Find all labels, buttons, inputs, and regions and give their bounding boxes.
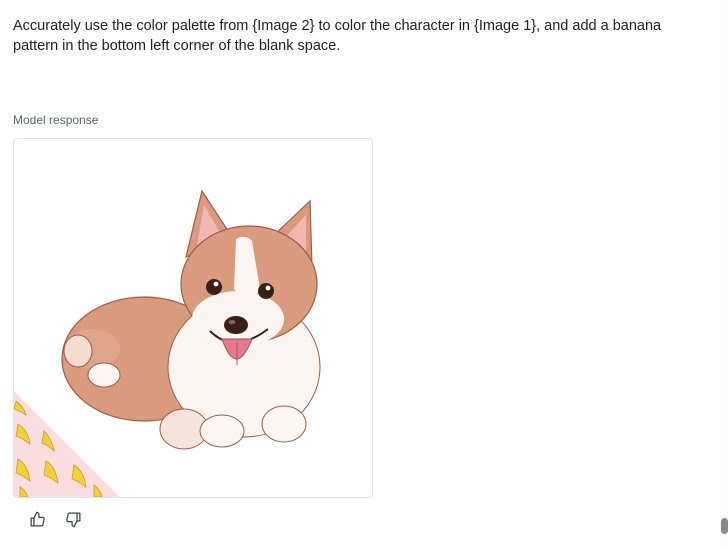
thumbs-down-button[interactable]	[62, 511, 84, 533]
page: Accurately use the color palette from {I…	[0, 0, 728, 547]
model-response-label: Model response	[13, 113, 99, 127]
thumbs-down-icon	[65, 511, 82, 533]
scrollbar-thumb[interactable]	[721, 518, 728, 534]
thumbs-up-icon	[29, 511, 46, 533]
scrollbar-track[interactable]	[720, 0, 728, 547]
thumbs-up-button[interactable]	[26, 511, 48, 533]
corgi-illustration	[14, 189, 321, 497]
prompt-text: Accurately use the color palette from {I…	[13, 18, 662, 54]
response-image[interactable]	[13, 138, 373, 498]
corgi	[61, 189, 321, 450]
feedback-bar	[26, 511, 84, 533]
